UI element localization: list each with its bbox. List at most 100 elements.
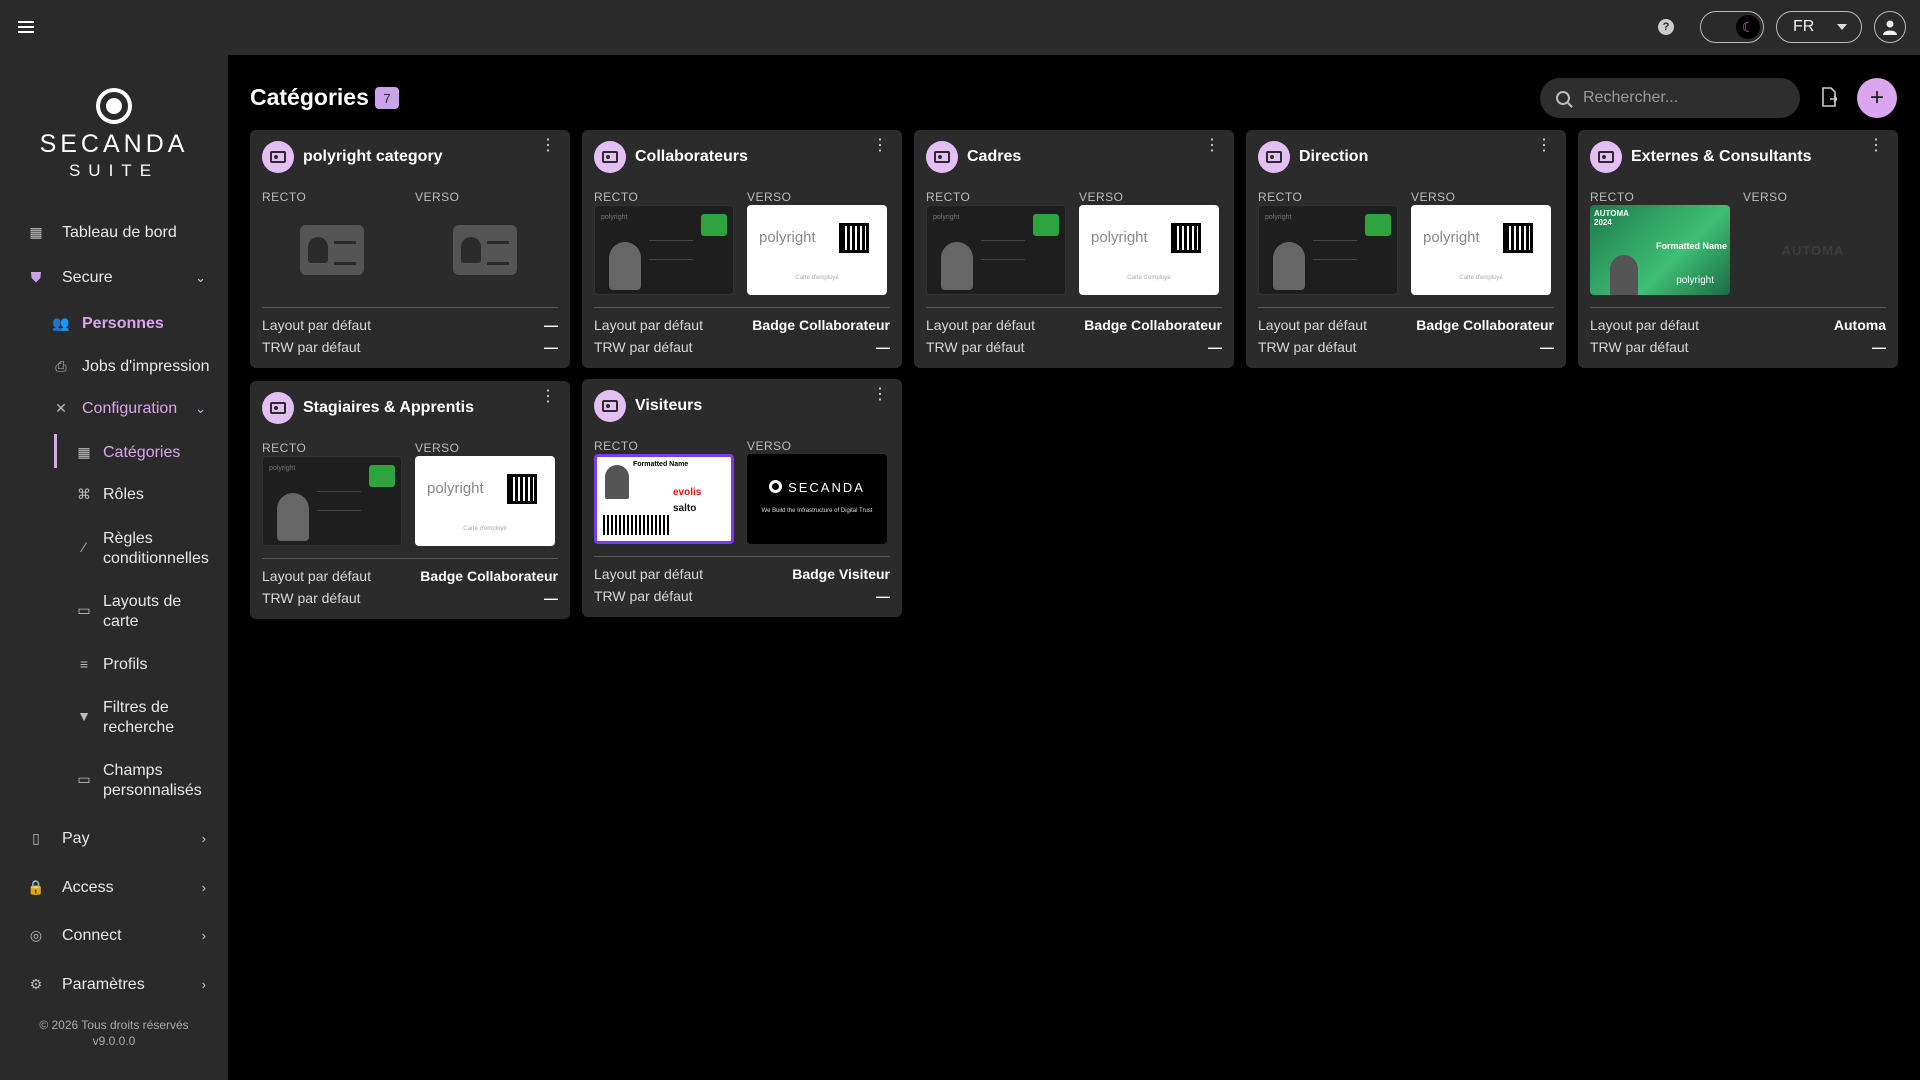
category-card[interactable]: Collaborateurs ⋮ RECTO VERSO polyright p… bbox=[582, 130, 902, 368]
trw-value: — bbox=[876, 339, 890, 355]
chevron-right-icon: › bbox=[201, 928, 206, 943]
chevron-down-icon: ⌄ bbox=[195, 401, 206, 416]
add-category-button[interactable]: + bbox=[1857, 78, 1897, 118]
recto-preview: polyright bbox=[262, 456, 402, 546]
sidebar-item-filtres[interactable]: ▼ Filtres de recherche bbox=[0, 698, 228, 738]
search-input[interactable] bbox=[1583, 89, 1783, 107]
card-caption: Carte d'employé bbox=[1127, 275, 1171, 281]
more-options-icon[interactable]: ⋮ bbox=[872, 138, 888, 154]
sidebar-item-personnes[interactable]: 👥 Personnes bbox=[0, 314, 228, 334]
category-card[interactable]: Visiteurs ⋮ RECTO VERSO Formatted Name e… bbox=[582, 379, 902, 617]
sidebar-item-profils[interactable]: ≡ Profils bbox=[0, 655, 228, 675]
more-options-icon[interactable]: ⋮ bbox=[540, 389, 556, 405]
user-menu-button[interactable] bbox=[1874, 11, 1906, 43]
more-options-icon[interactable]: ⋮ bbox=[1204, 138, 1220, 154]
shield-icon: ⛊ bbox=[30, 268, 42, 285]
logo-mark-icon bbox=[96, 88, 132, 124]
sidebar-item-label: Pay bbox=[62, 830, 90, 847]
recto-label: RECTO bbox=[1258, 190, 1303, 204]
sidebar-item-champs[interactable]: ▭ Champs personnalisés bbox=[0, 761, 228, 801]
trw-value: — bbox=[1208, 339, 1222, 355]
recto-label: RECTO bbox=[594, 439, 639, 453]
sidebar-item-pay[interactable]: ▯ Pay › bbox=[0, 829, 228, 849]
export-button[interactable] bbox=[1820, 87, 1839, 107]
top-bar: ? ☾ FR bbox=[0, 0, 1920, 55]
sidebar-footer: © 2026 Tous droits réservés v9.0.0.0 bbox=[0, 1017, 228, 1049]
divider bbox=[926, 307, 1222, 308]
search-box[interactable] bbox=[1540, 78, 1800, 118]
moon-icon: ☾ bbox=[1736, 15, 1760, 39]
plus-icon: + bbox=[1869, 84, 1884, 111]
sidebar-item-dashboard[interactable]: ▦ Tableau de bord bbox=[0, 223, 228, 243]
menu-icon[interactable] bbox=[18, 18, 34, 36]
layout-value: Badge Collaborateur bbox=[1416, 317, 1554, 333]
category-card[interactable]: polyright category ⋮ RECTO VERSO Layout … bbox=[250, 130, 570, 368]
sidebar-item-roles[interactable]: ⌘ Rôles bbox=[0, 485, 228, 505]
divider bbox=[594, 556, 890, 557]
theme-toggle[interactable]: ☾ bbox=[1700, 11, 1764, 43]
category-card[interactable]: Externes & Consultants ⋮ RECTO VERSO AUT… bbox=[1578, 130, 1898, 368]
formatted-name: Formatted Name bbox=[1656, 241, 1728, 251]
verso-preview: polyright Carte d'employé bbox=[415, 456, 555, 546]
sidebar-item-jobs[interactable]: ⎙ Jobs d'impression bbox=[0, 357, 228, 377]
more-options-icon[interactable]: ⋮ bbox=[540, 138, 556, 154]
chevron-right-icon: › bbox=[201, 977, 206, 992]
field-icon: ▭ bbox=[77, 770, 91, 787]
chip-icon bbox=[369, 465, 395, 487]
recto-preview bbox=[262, 205, 402, 295]
layout-label: Layout par défaut bbox=[262, 317, 371, 333]
sidebar-item-layouts[interactable]: ▭ Layouts de carte bbox=[0, 592, 228, 632]
verso-preview bbox=[415, 205, 555, 295]
chevron-right-icon: › bbox=[201, 831, 206, 846]
grid-icon: ▦ bbox=[77, 443, 91, 460]
more-options-icon[interactable]: ⋮ bbox=[1868, 138, 1884, 154]
sidebar-item-configuration[interactable]: ✕ Configuration ⌄ bbox=[0, 399, 228, 419]
sidebar-item-label: Connect bbox=[62, 927, 122, 944]
sidebar-item-connect[interactable]: ◎ Connect › bbox=[0, 926, 228, 946]
verso-label: VERSO bbox=[747, 190, 792, 204]
id-card-placeholder-icon bbox=[453, 225, 517, 275]
trw-label: TRW par défaut bbox=[262, 339, 361, 355]
id-card-icon bbox=[594, 141, 626, 173]
layout-label: Layout par défaut bbox=[262, 568, 371, 584]
sidebar-item-categories[interactable]: ▦ Catégories bbox=[0, 443, 228, 463]
trw-label: TRW par défaut bbox=[594, 588, 693, 604]
more-options-icon[interactable]: ⋮ bbox=[1536, 138, 1552, 154]
printer-icon: ⎙ bbox=[55, 357, 67, 374]
verso-label: VERSO bbox=[1743, 190, 1788, 204]
polyright-logo: polyright bbox=[1091, 229, 1148, 246]
trw-value: — bbox=[544, 339, 558, 355]
sidebar-item-label: Rôles bbox=[103, 486, 144, 503]
category-card[interactable]: Direction ⋮ RECTO VERSO polyright polyri… bbox=[1246, 130, 1566, 368]
sidebar-item-secure[interactable]: ⛊ Secure ⌄ bbox=[0, 268, 228, 288]
person-silhouette-icon bbox=[277, 493, 309, 541]
layout-label: Layout par défaut bbox=[594, 317, 703, 333]
sidebar-item-label: carte bbox=[103, 613, 139, 630]
recto-preview: Formatted Name evolis salto bbox=[594, 454, 734, 544]
sidebar-item-parametres[interactable]: ⚙ Paramètres › bbox=[0, 975, 228, 995]
sidebar-item-access[interactable]: 🔒 Access › bbox=[0, 878, 228, 898]
sidebar-item-label: Tableau de bord bbox=[62, 224, 177, 241]
divider bbox=[262, 558, 558, 559]
trw-label: TRW par défaut bbox=[926, 339, 1025, 355]
language-value: FR bbox=[1793, 18, 1815, 35]
sidebar-item-label: Catégories bbox=[103, 444, 181, 461]
language-select[interactable]: FR bbox=[1776, 11, 1862, 43]
automa-year: 2024 bbox=[1594, 218, 1612, 227]
page-title: Catégories bbox=[250, 84, 369, 110]
sidebar-item-label: Secure bbox=[62, 269, 113, 286]
sidebar-item-label: Access bbox=[62, 879, 114, 896]
count-badge: 7 bbox=[375, 87, 399, 109]
id-card-placeholder-icon bbox=[300, 225, 364, 275]
trw-label: TRW par défaut bbox=[1590, 339, 1689, 355]
sidebar-item-regles[interactable]: ⁄ Règles conditionnelles bbox=[0, 529, 228, 569]
category-card[interactable]: Cadres ⋮ RECTO VERSO polyright polyright… bbox=[914, 130, 1234, 368]
verso-label: VERSO bbox=[415, 441, 460, 455]
polyright-logo: polyright bbox=[759, 229, 816, 246]
category-card[interactable]: Stagiaires & Apprentis ⋮ RECTO VERSO pol… bbox=[250, 381, 570, 619]
more-options-icon[interactable]: ⋮ bbox=[872, 387, 888, 403]
sidebar-item-label: Personnes bbox=[82, 315, 164, 332]
recto-preview: AUTOMA 2024 Formatted Name polyright bbox=[1590, 205, 1730, 295]
recto-preview: polyright bbox=[1258, 205, 1398, 295]
help-icon[interactable]: ? bbox=[1658, 19, 1674, 35]
